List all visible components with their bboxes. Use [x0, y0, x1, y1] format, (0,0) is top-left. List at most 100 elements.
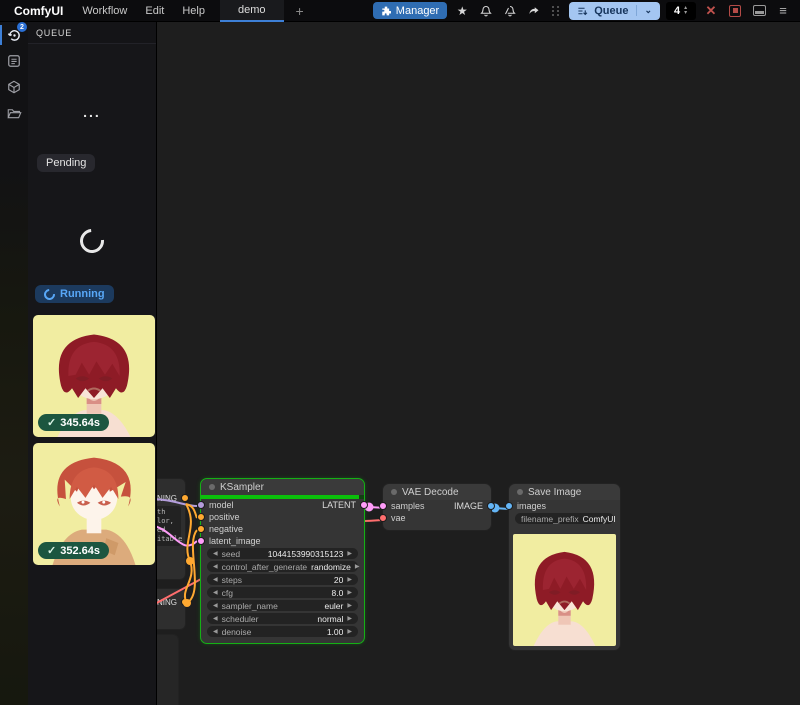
node-title-bar[interactable]: Save Image	[509, 484, 620, 500]
menu-help[interactable]: Help	[173, 5, 214, 17]
input-dot-model[interactable]	[197, 501, 205, 509]
share-button[interactable]	[525, 2, 543, 20]
decrement-icon[interactable]: ◀	[213, 628, 218, 635]
bell-slash-button[interactable]	[501, 2, 519, 20]
running-label: Running	[60, 288, 105, 300]
tab-label: demo	[238, 4, 266, 16]
decrement-icon[interactable]: ◀	[213, 563, 218, 570]
batch-count-stepper[interactable]: 4 ▴ ▾	[666, 2, 696, 20]
decrement-icon[interactable]: ▾	[684, 11, 687, 16]
slot-row: images	[509, 500, 620, 512]
app-logo[interactable]: ComfyUI	[0, 4, 73, 18]
node-ksampler[interactable]: KSampler model LATENT positive negative …	[200, 478, 365, 644]
queue-more-button[interactable]: ...	[28, 104, 156, 120]
menu-button[interactable]: ≡	[774, 2, 792, 20]
increment-icon[interactable]: ▶	[347, 615, 352, 622]
bell-slash-icon	[504, 5, 516, 17]
widget-value: 20	[334, 575, 343, 585]
node-save-image[interactable]: Save Image images filename_prefix ComfyU…	[508, 483, 621, 651]
conditioning-output-dot[interactable]	[181, 598, 189, 606]
decrement-icon[interactable]: ◀	[213, 576, 218, 583]
sidebar-item-queue[interactable]: 2	[0, 22, 28, 48]
menubar-actions: Manager ★ Queue ⌄ 4 ▴ ▾	[373, 2, 800, 20]
decrement-icon[interactable]: ◀	[213, 602, 218, 609]
graph-canvas[interactable]: NING th lor, ed itable NING	[157, 22, 800, 705]
batch-count-value: 4	[674, 5, 680, 17]
widget-list: ◀ seed 1044153990315123 ▶ ◀ control_afte…	[201, 547, 364, 643]
widget-label: seed	[222, 549, 240, 559]
increment-icon[interactable]: ▶	[347, 589, 352, 596]
running-spinner-icon	[42, 286, 57, 301]
queue-result-thumbnail-1[interactable]: ✓ 345.64s	[33, 315, 155, 437]
hamburger-icon: ≡	[779, 3, 787, 18]
star-icon: ★	[457, 4, 468, 18]
new-workflow-button[interactable]: +	[284, 0, 316, 22]
sidebar-item-node-library[interactable]	[0, 48, 28, 74]
bell-button[interactable]	[477, 2, 495, 20]
widget-filename-prefix[interactable]: filename_prefix ComfyUI	[515, 513, 614, 524]
clip-text-encode-node-partial-2[interactable]: NING	[157, 588, 186, 630]
queue-result-thumbnail-2[interactable]: ✓ 352.64s	[33, 443, 155, 565]
queue-count-badge: 2	[17, 22, 27, 32]
widget-steps[interactable]: ◀ steps 20 ▶	[207, 574, 358, 585]
node-vae-decode[interactable]: VAE Decode samples IMAGE vae	[382, 483, 492, 531]
output-dot-latent[interactable]	[360, 501, 368, 509]
input-dot-images[interactable]	[505, 502, 513, 510]
widget-scheduler[interactable]: ◀ scheduler normal ▶	[207, 613, 358, 624]
queue-button[interactable]: Queue ⌄	[569, 2, 660, 20]
decrement-icon[interactable]: ◀	[213, 615, 218, 622]
widget-label: steps	[222, 575, 242, 585]
decrement-icon[interactable]: ◀	[213, 589, 218, 596]
pending-section-badge: Pending	[37, 154, 95, 172]
input-dot-negative[interactable]	[197, 525, 205, 533]
bottom-panel-button[interactable]	[750, 2, 768, 20]
output-dot-image[interactable]	[487, 502, 495, 510]
saved-image-preview[interactable]	[513, 534, 616, 646]
prompt-text-fragment[interactable]: th lor, ed itable	[157, 506, 181, 546]
input-label-negative: negative	[209, 524, 243, 534]
input-label-vae: vae	[391, 513, 406, 523]
slot-row: vae	[383, 512, 491, 524]
collapse-dot-icon[interactable]	[391, 489, 397, 495]
star-button[interactable]: ★	[453, 2, 471, 20]
input-dot-latent-image[interactable]	[197, 537, 205, 545]
widget-value: randomize	[311, 562, 351, 572]
widget-value: 8.0	[332, 588, 344, 598]
increment-icon[interactable]: ▶	[347, 602, 352, 609]
widget-sampler-name[interactable]: ◀ sampler_name euler ▶	[207, 600, 358, 611]
widget-seed[interactable]: ◀ seed 1044153990315123 ▶	[207, 548, 358, 559]
input-dot-positive[interactable]	[197, 513, 205, 521]
increment-icon[interactable]: ▶	[355, 563, 360, 570]
menu-edit[interactable]: Edit	[136, 5, 173, 17]
bottom-panel-icon	[753, 5, 766, 16]
collapse-dot-icon[interactable]	[517, 489, 523, 495]
queue-dropdown-chevron[interactable]: ⌄	[636, 5, 652, 16]
sidebar-item-model-library[interactable]	[0, 74, 28, 100]
clip-text-encode-node-partial-1[interactable]: NING th lor, ed itable	[157, 478, 186, 580]
stop-button[interactable]	[726, 2, 744, 20]
input-dot-samples[interactable]	[379, 502, 387, 510]
conditioning-output-label: NING	[157, 494, 177, 503]
widget-control-after-generate[interactable]: ◀ control_after_generate randomize ▶	[207, 561, 358, 572]
increment-icon[interactable]: ▶	[347, 576, 352, 583]
execution-time-badge: ✓ 345.64s	[38, 414, 109, 431]
conditioning-output-dot[interactable]	[181, 494, 189, 502]
manager-button[interactable]: Manager	[373, 2, 447, 19]
menu-workflow[interactable]: Workflow	[73, 5, 136, 17]
node-title-bar[interactable]: KSampler	[201, 479, 364, 495]
widget-value: 1.00	[327, 627, 344, 637]
node-title-bar[interactable]: VAE Decode	[383, 484, 491, 500]
node-title: KSampler	[220, 482, 264, 493]
widget-denoise[interactable]: ◀ denoise 1.00 ▶	[207, 626, 358, 637]
tab-demo[interactable]: demo	[220, 0, 284, 22]
input-dot-vae[interactable]	[379, 514, 387, 522]
increment-icon[interactable]: ▶	[347, 550, 352, 557]
widget-cfg[interactable]: ◀ cfg 8.0 ▶	[207, 587, 358, 598]
drag-handle[interactable]	[552, 6, 560, 16]
sidebar-item-workflows[interactable]	[0, 100, 28, 126]
decrement-icon[interactable]: ◀	[213, 550, 218, 557]
increment-icon[interactable]: ▶	[347, 628, 352, 635]
batch-spinner[interactable]: ▴ ▾	[684, 6, 687, 16]
clear-queue-button[interactable]: ✕	[702, 2, 720, 20]
collapse-dot-icon[interactable]	[209, 484, 215, 490]
